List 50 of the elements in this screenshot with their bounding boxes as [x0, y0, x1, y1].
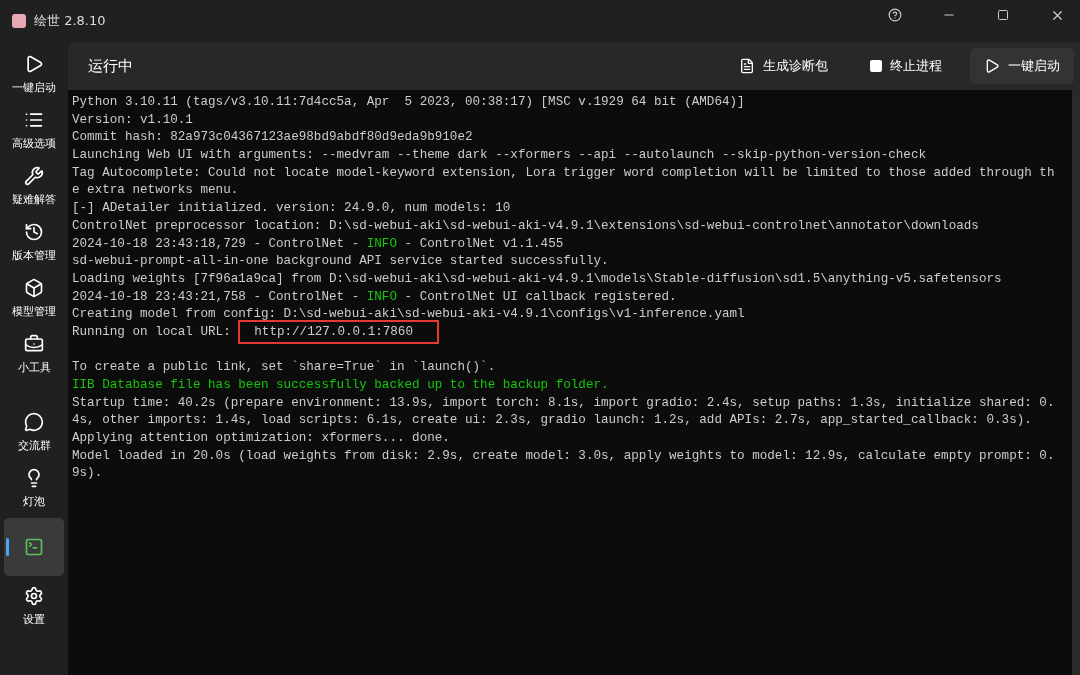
sidebar-item[interactable]: 交流群: [4, 406, 64, 458]
console-line: Startup time: 40.2s (prepare environment: 13.9s, import torch: 8.1s, import gradio: 2.4s, setup paths: 1.3s, initialize shared: 0.: [72, 394, 1056, 412]
box-icon: [24, 277, 44, 298]
terminate-checkbox[interactable]: 终止进程: [856, 48, 956, 84]
maximize-icon[interactable]: [997, 9, 1009, 21]
sidebar-item[interactable]: 设置: [4, 580, 64, 632]
console-line: Commit hash: 82a973c04367123ae98bd9abdf80d9eda9b910e2: [72, 129, 474, 147]
terminal-icon: [24, 537, 44, 557]
console-line: 9s).: [72, 465, 104, 483]
sidebar-item[interactable]: [4, 518, 64, 576]
sidebar-item[interactable]: 灯泡: [4, 462, 64, 514]
app-logo-icon: [12, 14, 26, 28]
sidebar-item[interactable]: 版本管理: [4, 216, 64, 268]
console-line: IIB Database file has been successfully backed up to the backup folder.: [72, 377, 610, 394]
console-line: Model loaded in 20.0s (load weights from disk: 2.9s, create model: 3.0s, apply weights to model: 12.9s, calculate empty prompt: 0.: [72, 447, 1056, 465]
diagnostics-button[interactable]: 生成诊断包: [725, 48, 842, 84]
console-line: Applying attention optimization: xformers... done.: [72, 430, 451, 448]
play-icon: [24, 53, 44, 74]
console-line: 2024-10-18 23:43:21,758 - ControlNet - INFO - ControlNet UI callback registered.: [72, 288, 678, 306]
help-icon[interactable]: [888, 8, 902, 22]
console-line: Launching Web UI with arguments: --medvram --theme dark --xformers --api --autolaunch --skip-python-version-check: [72, 147, 927, 165]
console-line: To create a public link, set `share=True` in `launch()`.: [72, 359, 497, 377]
tools-icon: [24, 165, 44, 186]
sidebar-item[interactable]: 一键启动: [4, 48, 64, 100]
console-line: Creating model from config: D:\sd-webui-aki\sd-webui-aki-v4.9.1\configs\v1-inference.yaml: [72, 306, 746, 324]
window-title: 绘世 2.8.10: [34, 12, 107, 30]
page-title: 运行中: [88, 56, 134, 76]
settings-icon: [24, 585, 44, 606]
console-line: ControlNet preprocessor location: D:\sd-webui-aki\sd-webui-aki-v4.9.1\extensions\sd-webui-controlnet\annotator\downloads: [72, 217, 980, 235]
console-line: Loading weights [7f96a1a9ca] from D:\sd-webui-aki\sd-webui-aki-v4.9.1\models\Stable-diffusion\sd1.5\anything-v5.safetensors: [72, 270, 1003, 288]
console-line: [-] ADetailer initialized. version: 24.9.0, num models: 10: [72, 200, 512, 218]
selection-indicator: [6, 538, 9, 556]
toolbox-icon: [24, 333, 44, 354]
console-line: Running on local URL: http://127.0.0.1:7860: [72, 323, 1068, 342]
sidebar-item[interactable]: 模型管理: [4, 272, 64, 324]
console-line: Python 3.10.11 (tags/v3.10.11:7d4cc5a, Apr 5 2023, 00:38:17) [MSC v.1929 64 bit (AMD64)]: [72, 94, 746, 111]
console-line: Tag Autocomplete: Could not locate model-keyword extension, Lora trigger word completion will be limited to those added through th: [72, 164, 1056, 182]
chat-icon: [24, 411, 44, 432]
console-line: Version: v1.10.1: [72, 111, 194, 129]
launch-button[interactable]: 一键启动: [970, 48, 1074, 84]
history-icon: [24, 221, 44, 242]
console-line: e extra networks menu.: [72, 182, 240, 200]
sidebar-item[interactable]: 小工具: [4, 328, 64, 380]
document-icon: [739, 58, 755, 74]
sidebar-item[interactable]: 疑难解答: [4, 160, 64, 212]
console-line: 2024-10-18 23:43:18,729 - ControlNet - INFO - ControlNet v1.1.455: [72, 235, 565, 253]
console-line: 4s, other imports: 1.4s, load scripts: 6.1s, create ui: 2.3s, gradio launch: 1.2s, add APIs: 2.7s, app_started_callback: 0.3s).: [72, 412, 1033, 430]
console-line: sd-webui-prompt-all-in-one background API service started successfully.: [72, 253, 610, 271]
play-icon: [984, 58, 1000, 74]
sidebar-item[interactable]: 高级选项: [4, 104, 64, 156]
